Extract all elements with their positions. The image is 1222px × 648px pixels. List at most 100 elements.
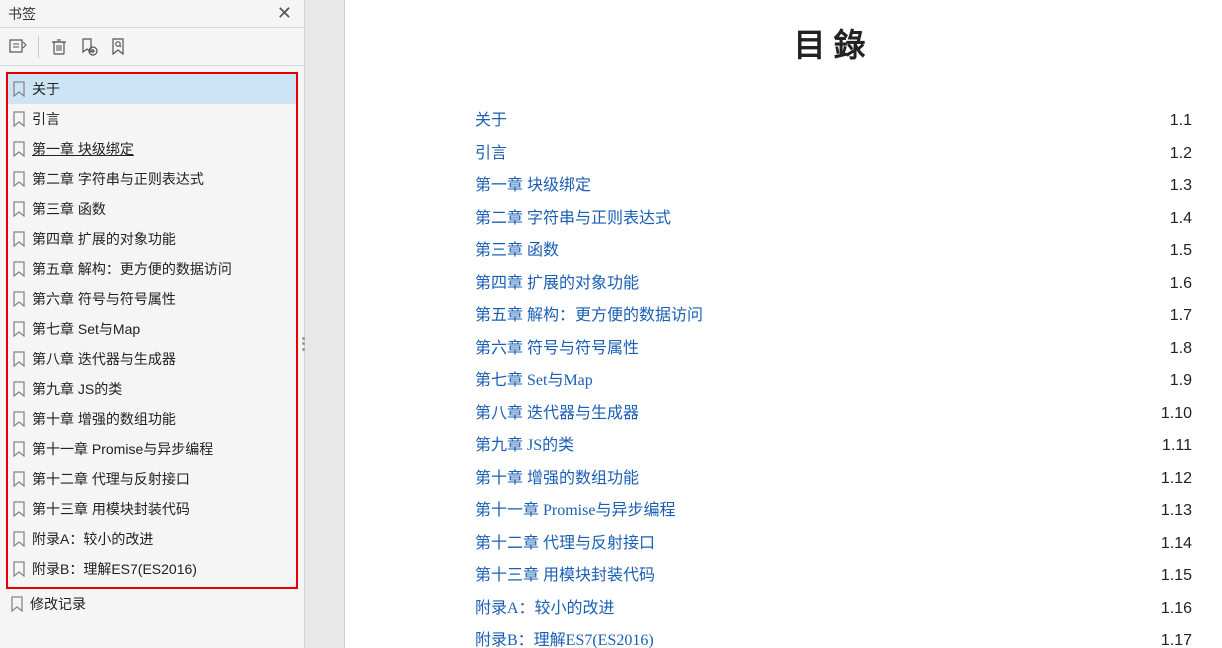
outline-options-icon[interactable]	[8, 37, 28, 57]
bookmark-item[interactable]: 第七章 Set与Map	[8, 314, 296, 344]
bookmark-label: 第十二章 代理与反射接口	[32, 469, 190, 489]
bookmark-label: 关于	[32, 79, 60, 99]
toc-link[interactable]: 第五章 解构：更方便的数据访问	[475, 301, 703, 325]
toc-row: 第十章 增强的数组功能1.12	[475, 464, 1192, 497]
toc-number: 1.5	[1170, 242, 1192, 260]
toc-number: 1.15	[1161, 567, 1192, 585]
bookmark-item[interactable]: 第六章 符号与符号属性	[8, 284, 296, 314]
highlight-box: 关于引言第一章 块级绑定第二章 字符串与正则表达式第三章 函数第四章 扩展的对象…	[6, 72, 298, 589]
bookmark-icon	[12, 351, 26, 367]
bookmark-item[interactable]: 第十章 增强的数组功能	[8, 404, 296, 434]
bookmark-label: 第四章 扩展的对象功能	[32, 229, 176, 249]
toc-link[interactable]: 第一章 块级绑定	[475, 171, 591, 195]
bookmark-label: 第十一章 Promise与异步编程	[32, 439, 213, 459]
bookmark-label: 附录B：理解ES7(ES2016)	[32, 559, 197, 579]
toc-number: 1.11	[1162, 437, 1192, 455]
toc-link[interactable]: 第八章 迭代器与生成器	[475, 399, 639, 423]
toc-row: 第十二章 代理与反射接口 1.14	[475, 529, 1192, 562]
bookmark-item[interactable]: 引言	[8, 104, 296, 134]
bookmark-label: 第五章 解构：更方便的数据访问	[32, 259, 232, 279]
bookmark-label: 第一章 块级绑定	[32, 139, 134, 159]
bookmark-item[interactable]: 第十二章 代理与反射接口	[8, 464, 296, 494]
bookmark-icon	[12, 501, 26, 517]
toc-row: 第十三章 用模块封装代码 1.15	[475, 561, 1192, 594]
toc-row: 引言1.2	[475, 139, 1192, 172]
bookmark-icon	[12, 261, 26, 277]
toc-row: 第八章 迭代器与生成器1.10	[475, 399, 1192, 432]
toc-number: 1.14	[1161, 535, 1192, 553]
toc-link[interactable]: 引言	[475, 139, 507, 163]
toc-number: 1.13	[1161, 502, 1192, 520]
delete-bookmark-icon[interactable]	[49, 37, 69, 57]
toc-link[interactable]: 第二章 字符串与正则表达式	[475, 204, 671, 228]
toc-number: 1.16	[1161, 600, 1192, 618]
bookmark-item[interactable]: 第十三章 用模块封装代码	[8, 494, 296, 524]
toc-link[interactable]: 关于	[475, 106, 507, 130]
bookmark-item[interactable]: 第二章 字符串与正则表达式	[8, 164, 296, 194]
bookmark-item[interactable]: 第四章 扩展的对象功能	[8, 224, 296, 254]
toc-number: 1.7	[1170, 307, 1192, 325]
toc-number: 1.9	[1170, 372, 1192, 390]
bookmark-item[interactable]: 第五章 解构：更方便的数据访问	[8, 254, 296, 284]
bookmark-icon	[12, 201, 26, 217]
bookmark-icon	[12, 321, 26, 337]
bookmark-item[interactable]: 第三章 函数	[8, 194, 296, 224]
toc-row: 第九章 JS的类 1.11	[475, 431, 1192, 464]
toc-number: 1.6	[1170, 275, 1192, 293]
bookmark-label: 第九章 JS的类	[32, 379, 122, 399]
bookmark-label: 第七章 Set与Map	[32, 319, 140, 339]
add-bookmark-icon[interactable]	[79, 37, 99, 57]
toc-link[interactable]: 第十章 增强的数组功能	[475, 464, 639, 488]
bookmark-label: 第二章 字符串与正则表达式	[32, 169, 204, 189]
bookmark-item[interactable]: 附录B：理解ES7(ES2016)	[8, 554, 296, 584]
bookmark-icon	[12, 561, 26, 577]
bookmark-label: 修改记录	[30, 594, 86, 614]
toc-number: 1.8	[1170, 340, 1192, 358]
toc-link[interactable]: 附录A：较小的改进	[475, 594, 615, 618]
bookmark-icon	[12, 231, 26, 247]
bookmark-item[interactable]: 附录A：较小的改进	[8, 524, 296, 554]
bookmark-icon	[12, 411, 26, 427]
bookmark-icon	[12, 381, 26, 397]
toc-link[interactable]: 第十三章 用模块封装代码	[475, 561, 655, 585]
toc-link[interactable]: 第七章 Set与Map	[475, 366, 593, 390]
close-icon[interactable]: ✕	[273, 3, 296, 24]
bookmark-item[interactable]: 第十一章 Promise与异步编程	[8, 434, 296, 464]
sidebar-title: 书签	[8, 4, 36, 24]
toc-link[interactable]: 第十一章 Promise与异步编程	[475, 496, 675, 520]
toc-row: 附录B：理解ES7(ES2016)1.17	[475, 626, 1192, 648]
bookmark-item[interactable]: 关于	[8, 74, 296, 104]
bookmark-list: 关于引言第一章 块级绑定第二章 字符串与正则表达式第三章 函数第四章 扩展的对象…	[0, 66, 304, 648]
bookmark-icon	[12, 291, 26, 307]
bookmark-icon	[10, 596, 24, 612]
bookmark-item[interactable]: 第一章 块级绑定	[8, 134, 296, 164]
bookmark-icon	[12, 441, 26, 457]
bookmark-icon	[12, 171, 26, 187]
toc-link[interactable]: 第十二章 代理与反射接口	[475, 529, 655, 553]
bookmark-item[interactable]: 第八章 迭代器与生成器	[8, 344, 296, 374]
toc-number: 1.3	[1170, 177, 1192, 195]
bookmark-item[interactable]: 第九章 JS的类	[8, 374, 296, 404]
toc-link[interactable]: 第四章 扩展的对象功能	[475, 269, 639, 293]
toc-row: 第三章 函数 1.5	[475, 236, 1192, 269]
bookmark-icon	[12, 81, 26, 97]
toc-row: 第四章 扩展的对象功能 1.6	[475, 269, 1192, 302]
toc-row: 第六章 符号与符号属性 1.8	[475, 334, 1192, 367]
bookmark-label: 第十章 增强的数组功能	[32, 409, 176, 429]
toc-number: 1.4	[1170, 210, 1192, 228]
bookmark-label: 附录A：较小的改进	[32, 529, 153, 549]
sidebar-toolbar	[0, 28, 304, 66]
document-content: 目錄 关于1.1引言1.2第一章 块级绑定1.3第二章 字符串与正则表达式1.4…	[345, 0, 1222, 648]
toc-row: 第一章 块级绑定 1.3	[475, 171, 1192, 204]
toc-link[interactable]: 附录B：理解ES7(ES2016)	[475, 626, 654, 648]
bookmark-icon	[12, 531, 26, 547]
toc-link[interactable]: 第六章 符号与符号属性	[475, 334, 639, 358]
toc-link[interactable]: 第三章 函数	[475, 236, 559, 260]
sidebar-resize-handle[interactable]	[301, 324, 307, 364]
toc-row: 第五章 解构：更方便的数据访问 1.7	[475, 301, 1192, 334]
bookmark-item[interactable]: 修改记录	[6, 589, 298, 619]
bookmark-search-icon[interactable]	[109, 37, 129, 57]
bookmark-label: 第三章 函数	[32, 199, 106, 219]
toc-link[interactable]: 第九章 JS的类	[475, 431, 574, 455]
bookmarks-sidebar: 书签 ✕ 关于引言第一章 块级绑定第二章 字符串与正则表达式第三章 函数第四章 …	[0, 0, 305, 648]
